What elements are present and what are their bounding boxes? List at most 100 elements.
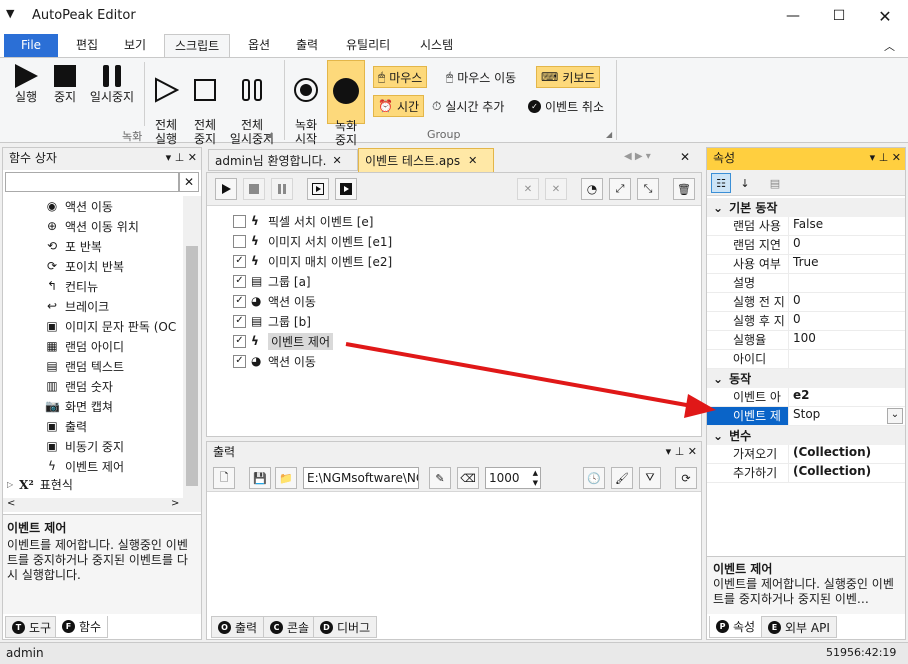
collapse-chevron-icon[interactable]: ⌄	[713, 429, 723, 443]
property-value[interactable]: e2	[789, 388, 810, 406]
play-frame-button[interactable]	[307, 178, 329, 200]
property-value[interactable]: True	[789, 255, 819, 273]
record-stop-button[interactable]: 녹화 중지	[327, 60, 365, 147]
tab-tools[interactable]: T 도구	[5, 616, 59, 638]
tab-file[interactable]: File	[4, 34, 58, 58]
property-value[interactable]: (Collection)	[789, 464, 871, 482]
maximize-button[interactable]: ☐	[816, 0, 862, 32]
event-checkbox[interactable]: ✓	[233, 254, 246, 268]
property-value[interactable]: False	[789, 217, 823, 235]
doc-tab-event-test[interactable]: 이벤트 테스트.aps ✕	[358, 148, 494, 172]
event-checkbox[interactable]: ✓	[233, 314, 246, 328]
close-tab-icon[interactable]: ✕	[332, 154, 341, 167]
tab-debug[interactable]: D 디버그	[313, 616, 378, 638]
event-checkbox[interactable]	[233, 214, 246, 228]
tree-group-expressions[interactable]: ▷ X² 표현식	[7, 476, 73, 493]
disabled-button-2[interactable]: ✕	[545, 178, 567, 200]
function-item[interactable]: ⟳ 포이치 반복	[3, 256, 183, 276]
event-item[interactable]: ✓ ▤ 그룹 [a]	[233, 271, 533, 291]
function-item[interactable]: ↰ 컨티뉴	[3, 276, 183, 296]
clear-search-button[interactable]: ✕	[179, 172, 199, 192]
system-menu-icon[interactable]: ▼	[6, 7, 14, 20]
property-value[interactable]: Stop	[789, 407, 820, 425]
event-item[interactable]: ✓ ◕ 액션 이동	[233, 351, 533, 371]
realtime-add-button[interactable]: ⏱ 실시간 추가	[428, 95, 508, 117]
mouse-toggle[interactable]: 🖱 마우스	[373, 66, 428, 88]
run-all-button[interactable]: 전체 실행	[148, 62, 184, 160]
property-value[interactable]: 0	[789, 293, 801, 311]
keyboard-toggle[interactable]: ⌨ 키보드	[536, 66, 601, 88]
property-row[interactable]: 랜덤 지연 0	[707, 236, 905, 255]
property-row[interactable]: 사용 여부 True	[707, 255, 905, 274]
function-item[interactable]: ▦ 랜덤 아이디	[3, 336, 183, 356]
refresh-output-button[interactable]: ⟳	[675, 467, 697, 489]
event-item[interactable]: ϟ 픽셀 서치 이벤트 [e]	[233, 211, 533, 231]
expand-button[interactable]: ⤢	[609, 178, 631, 200]
vertical-scrollbar[interactable]	[183, 196, 201, 498]
scroll-left-icon[interactable]: <	[7, 498, 15, 509]
script-pause-button[interactable]	[271, 178, 293, 200]
property-row[interactable]: 실행율 100	[707, 331, 905, 350]
property-value[interactable]: 0	[789, 312, 801, 330]
tab-external-api[interactable]: E 외부 API	[761, 616, 837, 638]
property-row[interactable]: 추가하기 (Collection)	[707, 464, 905, 483]
tab-script[interactable]: 스크립트	[164, 34, 231, 58]
timestamp-button[interactable]: 🕓	[583, 467, 605, 489]
function-item[interactable]: ▣ 비동기 중지	[3, 436, 183, 456]
dialog-launcher-icon[interactable]: ◢	[606, 130, 612, 139]
delete-button[interactable]: 🗑	[673, 178, 695, 200]
function-item[interactable]: ϟ 이벤트 제어	[3, 456, 183, 476]
function-item[interactable]: ▥ 랜덤 숫자	[3, 376, 183, 396]
panel-pin-close-icons[interactable]: ▾ ⊥ ✕	[870, 148, 901, 168]
event-item[interactable]: ✓ ◕ 액션 이동	[233, 291, 533, 311]
run-button[interactable]: 실행	[8, 62, 44, 104]
script-stop-button[interactable]	[243, 178, 265, 200]
close-button[interactable]: ✕	[862, 0, 908, 32]
function-item[interactable]: ▤ 랜덤 텍스트	[3, 356, 183, 376]
event-item[interactable]: ϟ 이미지 서치 이벤트 [e1]	[233, 231, 533, 251]
function-item[interactable]: ▣ 이미지 문자 판독 (OC	[3, 316, 183, 336]
play-filled-frame-button[interactable]	[335, 178, 357, 200]
refresh-button[interactable]: ◔	[581, 178, 603, 200]
collapse-button[interactable]: ⤡	[637, 178, 659, 200]
tab-output[interactable]: 출력	[286, 34, 328, 58]
panel-pin-close-icons[interactable]: ▾ ⊥ ✕	[166, 148, 197, 168]
stop-all-button[interactable]: 전체 중지	[188, 62, 222, 160]
property-row[interactable]: 아이디	[707, 350, 905, 369]
tab-console[interactable]: C 콘솔	[263, 616, 317, 638]
tab-utility[interactable]: 유틸리티	[336, 34, 400, 58]
tab-nav-arrows[interactable]: ◀ ▶ ▾	[624, 151, 651, 162]
disabled-button-1[interactable]: ✕	[517, 178, 539, 200]
function-item[interactable]: ⊕ 액션 이동 위치	[3, 216, 183, 236]
event-item[interactable]: ✓ ϟ 이벤트 제어	[233, 331, 533, 351]
sort-alpha-icon[interactable]: ↓	[735, 173, 755, 193]
tab-options[interactable]: 옵션	[238, 34, 280, 58]
property-category[interactable]: ⌄ 변수	[707, 426, 905, 445]
property-value[interactable]	[789, 274, 793, 292]
eraser-button[interactable]: ⌫	[457, 467, 479, 489]
property-category[interactable]: ⌄ 기본 동작	[707, 198, 905, 217]
save-log-button[interactable]: 💾	[249, 467, 271, 489]
doc-tab-welcome[interactable]: admin님 환영합니다. ✕	[208, 149, 358, 171]
dropdown-arrow-icon[interactable]: ⌄	[887, 408, 903, 424]
scrollbar-thumb[interactable]	[186, 246, 198, 486]
property-value[interactable]: (Collection)	[789, 445, 871, 463]
tab-view[interactable]: 보기	[114, 34, 156, 58]
tab-properties[interactable]: P 속성	[709, 616, 763, 638]
script-run-button[interactable]	[215, 178, 237, 200]
pause-button[interactable]: 일시중지	[84, 62, 140, 104]
fill-button[interactable]: ⛛	[639, 467, 661, 489]
tab-functions[interactable]: F 함수	[55, 616, 109, 638]
tab-system[interactable]: 시스템	[410, 34, 463, 58]
property-value[interactable]: 100	[789, 331, 816, 349]
event-checkbox[interactable]: ✓	[233, 294, 246, 308]
log-path-input[interactable]: E:\NGMsoftware\NG	[303, 467, 419, 489]
property-row[interactable]: 설명	[707, 274, 905, 293]
close-tab-icon[interactable]: ✕	[468, 154, 477, 167]
property-value[interactable]: 0	[789, 236, 801, 254]
property-category[interactable]: ⌄ 동작	[707, 369, 905, 388]
panel-pin-close-icons[interactable]: ▾ ⊥ ✕	[666, 442, 697, 462]
collapse-chevron-icon[interactable]: ⌄	[713, 201, 723, 215]
categorized-view-icon[interactable]: ☷	[711, 173, 731, 193]
property-row[interactable]: 랜덤 사용 False	[707, 217, 905, 236]
